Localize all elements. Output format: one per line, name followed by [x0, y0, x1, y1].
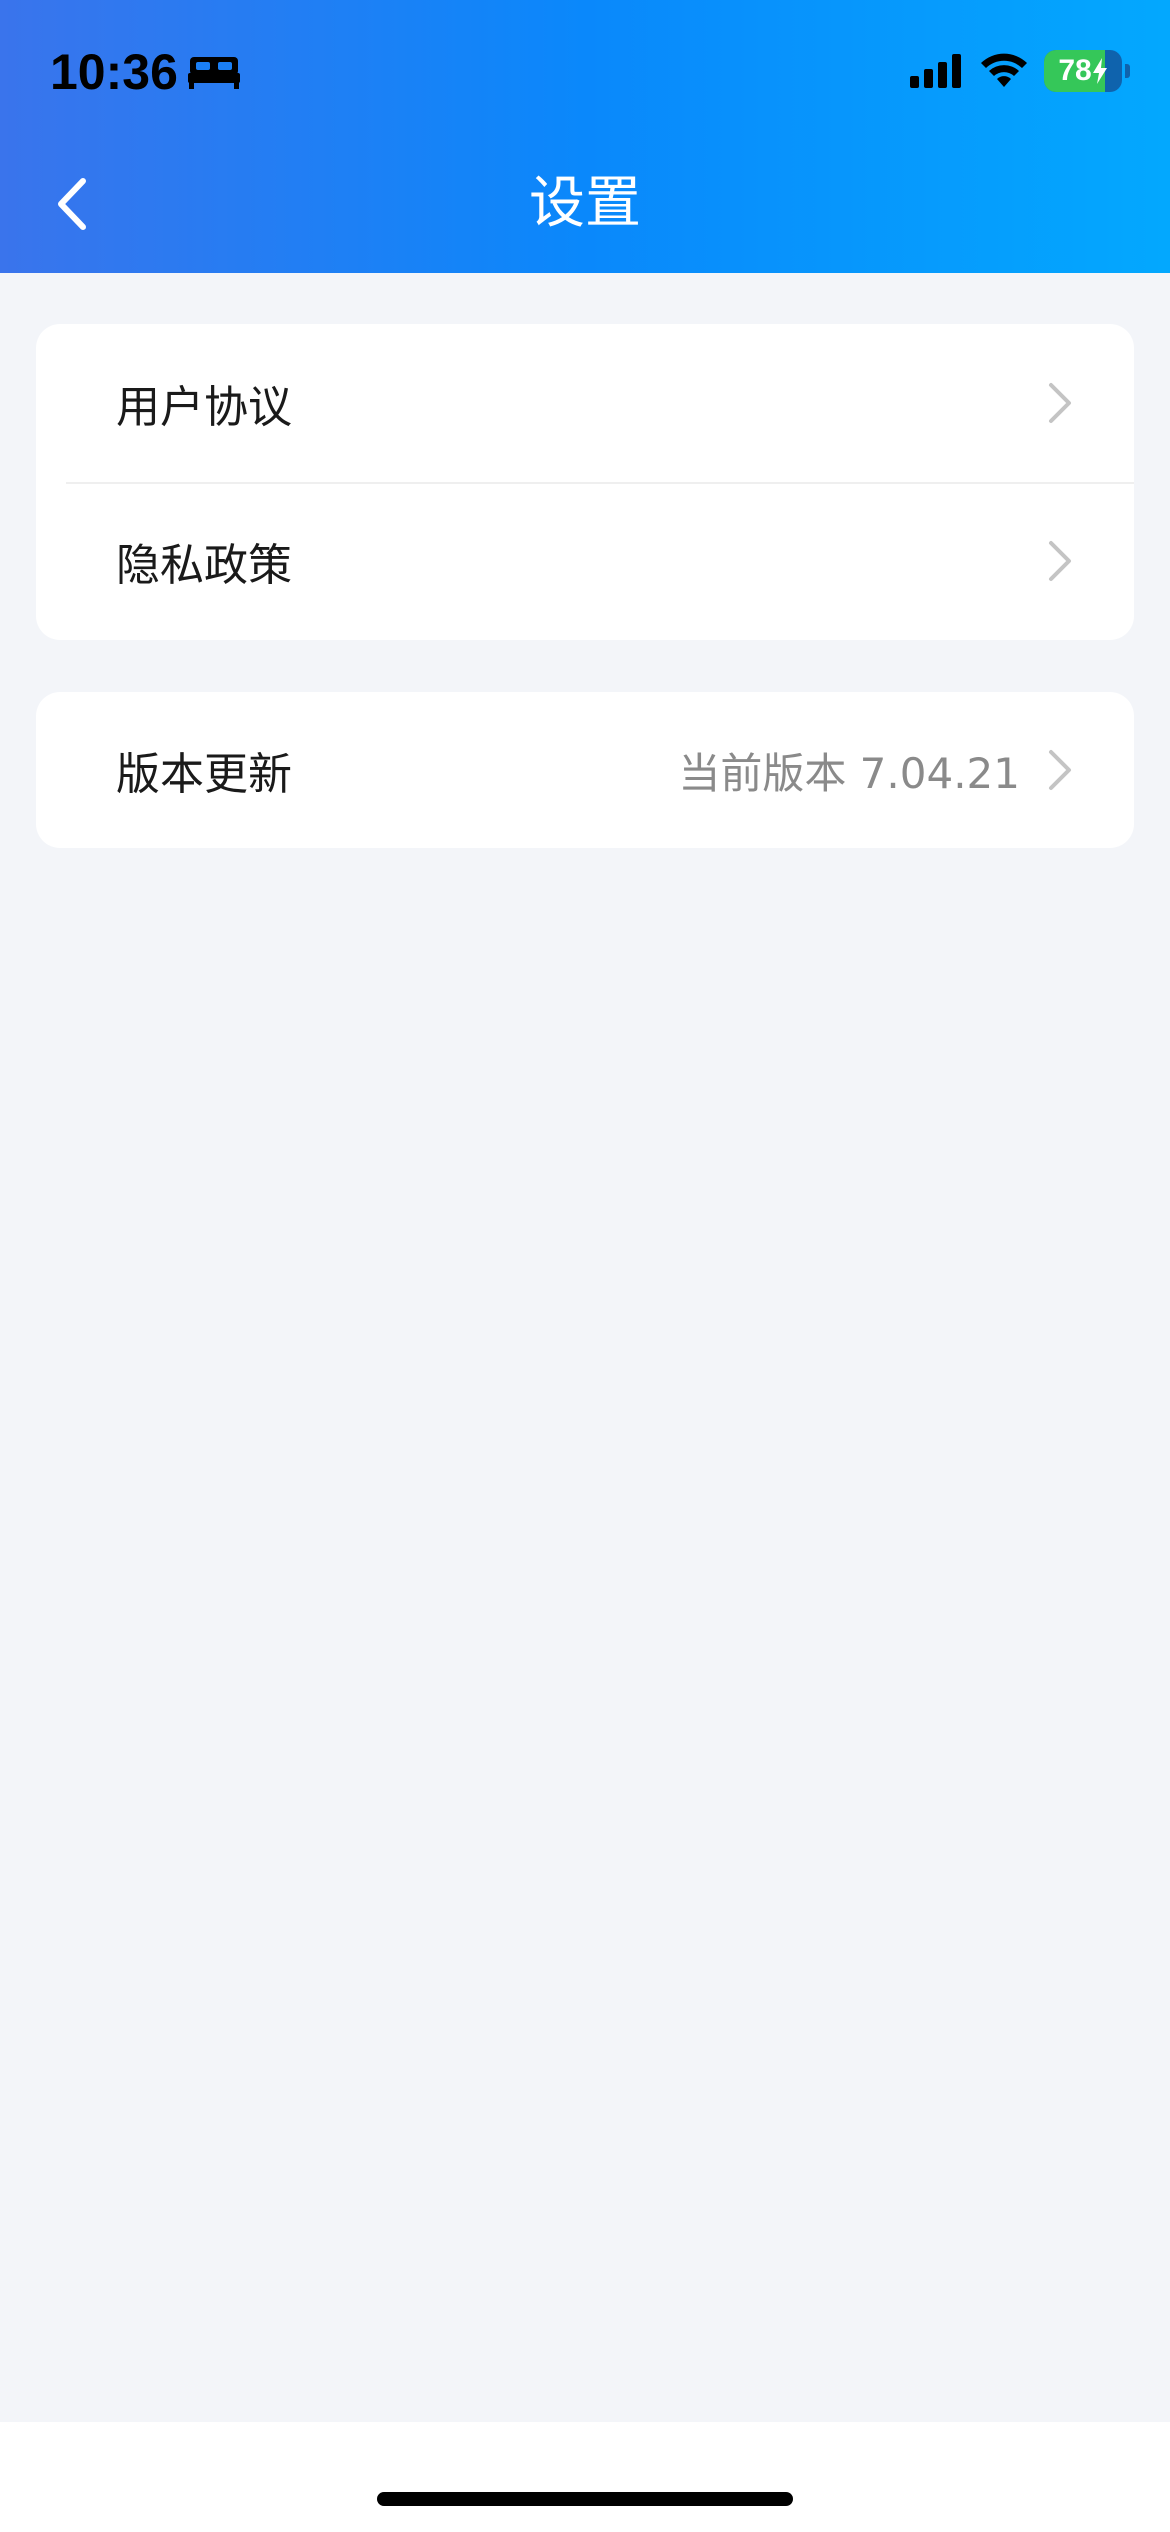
home-indicator-area [0, 2422, 1170, 2532]
row-label: 版本更新 [116, 749, 292, 800]
battery-level-text: 78 [1044, 50, 1122, 92]
battery-cap [1125, 64, 1130, 78]
cellular-signal-icon [910, 54, 961, 88]
header: 10:36 78 设置 [0, 0, 1170, 273]
privacy-policy-row[interactable]: 隐私政策 [36, 482, 1134, 640]
chevron-right-icon [1049, 383, 1071, 423]
battery-indicator: 78 [1044, 50, 1130, 92]
page-title: 设置 [529, 171, 641, 236]
bed-icon [187, 57, 240, 89]
time-text: 10:36 [50, 44, 178, 100]
settings-group-legal: 用户协议 隐私政策 [36, 324, 1134, 640]
charging-bolt-icon [1092, 58, 1107, 84]
home-indicator[interactable] [377, 2492, 793, 2506]
current-version-text: 当前版本 7.04.21 [678, 748, 1020, 798]
chevron-right-icon [1049, 750, 1071, 790]
row-label: 用户协议 [116, 382, 292, 433]
row-label: 隐私政策 [116, 540, 292, 591]
status-bar-time: 10:36 [50, 40, 240, 104]
battery-body: 78 [1044, 50, 1122, 92]
chevron-right-icon [1049, 541, 1071, 581]
user-agreement-row[interactable]: 用户协议 [36, 324, 1134, 482]
wifi-icon [981, 53, 1027, 87]
settings-group-version: 版本更新 当前版本 7.04.21 [36, 692, 1134, 848]
version-update-row[interactable]: 版本更新 当前版本 7.04.21 [36, 692, 1134, 848]
status-bar-right: 78 [910, 50, 1130, 92]
